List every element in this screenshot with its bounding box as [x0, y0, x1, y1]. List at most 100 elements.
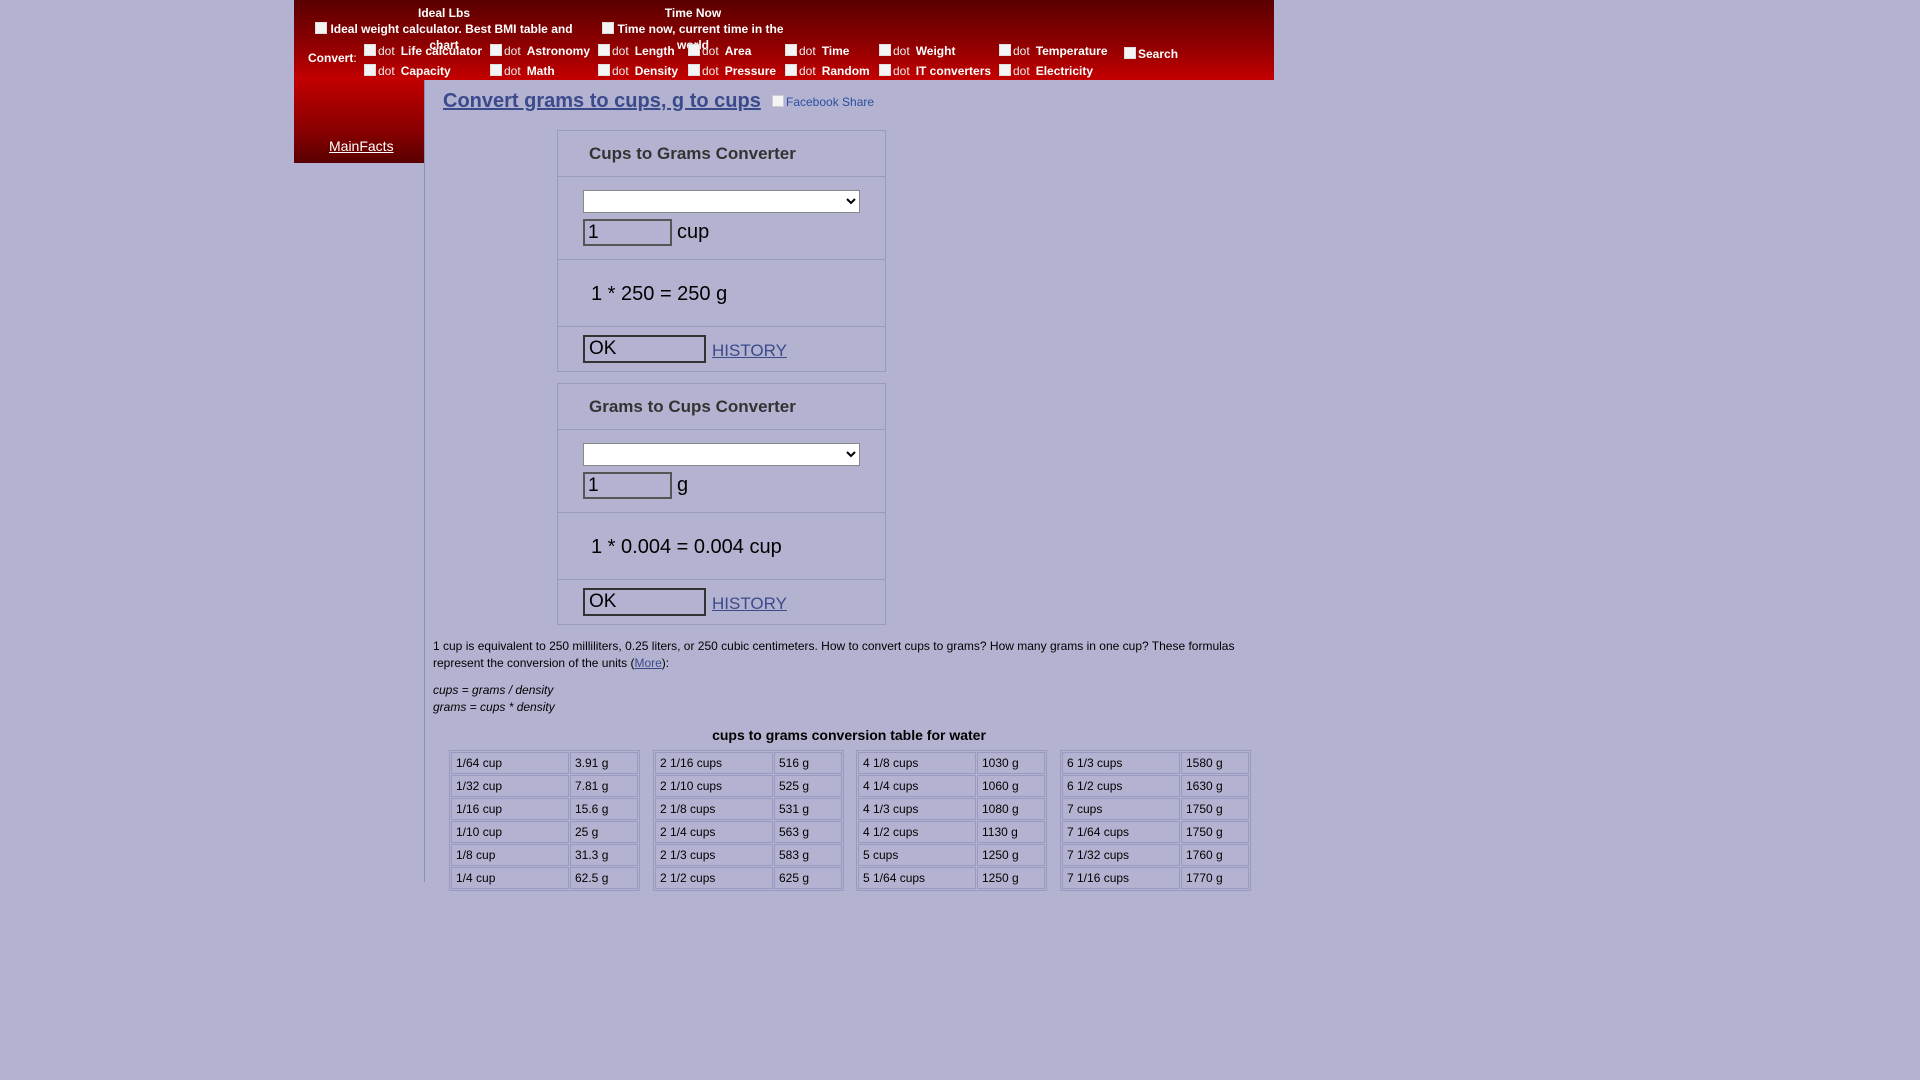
dot-icon: dot	[999, 64, 1030, 78]
conversion-table-group-2: 2 1/16 cups 516 g2 1/10 cups 525 g2 1/8 cu…	[653, 750, 844, 891]
table-row: 5 1/64 cups 1250 g	[858, 867, 1045, 889]
cups-cell: 7 1/32 cups	[1062, 844, 1180, 866]
amount-input[interactable]: 1	[583, 472, 672, 499]
page: Ideal Lbs Ideal weight calculator. Best …	[294, 0, 1274, 891]
formula-cups: cups = grams / density	[433, 683, 554, 697]
more-link[interactable]: More	[634, 656, 661, 670]
grams-cell: 25 g	[570, 821, 638, 843]
facebook-share-link[interactable]: Facebook Share	[772, 95, 874, 109]
converter-title: Grams to Cups Converter	[558, 384, 885, 430]
cups-cell: 2 1/8 cups	[655, 798, 773, 820]
table-row: 7 1/16 cups 1770 g	[1062, 867, 1249, 889]
cups-cell: 4 1/3 cups	[858, 798, 976, 820]
conversion-table-group-4: 6 1/3 cups 1580 g6 1/2 cups 1630 g7 cups 17…	[1060, 750, 1251, 891]
table-row: 4 1/2 cups 1130 g	[858, 821, 1045, 843]
table-row: 6 1/2 cups 1630 g	[1062, 775, 1249, 797]
nav-length[interactable]: dot Length	[598, 44, 675, 58]
ok-button[interactable]: OK	[583, 588, 706, 616]
unit-label: g	[677, 474, 689, 496]
grams-cell: 31.3 g	[570, 844, 638, 866]
cups-cell: 7 1/64 cups	[1062, 821, 1180, 843]
amount-input[interactable]: 1	[583, 219, 672, 246]
nav-area[interactable]: dot Area	[688, 44, 751, 58]
nav-it-converters[interactable]: dot IT converters	[879, 64, 991, 78]
table-row: 4 1/3 cups 1080 g	[858, 798, 1045, 820]
convert-label: Convert:	[308, 51, 357, 65]
cups-cell: 1/16 cup	[451, 798, 569, 820]
table-row: 4 1/4 cups 1060 g	[858, 775, 1045, 797]
grams-cell: 563 g	[774, 821, 842, 843]
mainfacts-link[interactable]: MainFacts	[329, 138, 394, 154]
grams-cell: 1080 g	[977, 798, 1045, 820]
grams-cell: 15.6 g	[570, 798, 638, 820]
grams-cell: 625 g	[774, 867, 842, 889]
nav-astronomy[interactable]: dot Astronomy	[490, 44, 590, 58]
grams-cell: 583 g	[774, 844, 842, 866]
grams-cell: 1060 g	[977, 775, 1045, 797]
description-text: 1 cup is equivalent to 250 milliliters, …	[433, 639, 1235, 670]
nav-capacity[interactable]: dot Capacity	[364, 64, 451, 78]
page-title[interactable]: Convert grams to cups, g to cups	[443, 90, 761, 113]
grams-cell: 1760 g	[1181, 844, 1249, 866]
conversion-table-group-1: 1/64 cup 3.91 g 1/32 cup 7.81 g 1/16 cup 15.6…	[449, 750, 640, 891]
grams-cell: 3.91 g	[570, 752, 638, 774]
dot-icon: dot	[688, 64, 719, 78]
cups-cell: 4 1/8 cups	[858, 752, 976, 774]
dot-icon: dot	[364, 64, 395, 78]
search-button[interactable]: Search	[1124, 47, 1178, 61]
nav-weight[interactable]: dot Weight	[879, 44, 955, 58]
sidebar: MainFacts	[294, 80, 425, 163]
nav-pressure[interactable]: dot Pressure	[688, 64, 776, 78]
ok-button[interactable]: OK	[583, 335, 706, 363]
grams-cell: 1030 g	[977, 752, 1045, 774]
conversion-table-group-3: 4 1/8 cups 1030 g4 1/4 cups 1060 g4 1/3 cu…	[856, 750, 1047, 891]
formula-grams: grams = cups * density	[433, 700, 555, 714]
cups-cell: 2 1/4 cups	[655, 821, 773, 843]
nav-life-calculator[interactable]: dot Life calculator	[364, 44, 482, 58]
grams-cell: 1250 g	[977, 844, 1045, 866]
dot-icon: dot	[364, 44, 395, 58]
table-row: 1/64 cup 3.91 g	[451, 752, 638, 774]
nav-temperature[interactable]: dot Temperature	[999, 44, 1108, 58]
substance-select[interactable]	[583, 190, 860, 213]
table-row: 5 cups 1250 g	[858, 844, 1045, 866]
table-row: 2 1/4 cups 563 g	[655, 821, 842, 843]
grams-cell: 1750 g	[1181, 798, 1249, 820]
header-banner: Ideal Lbs Ideal weight calculator. Best …	[294, 0, 1274, 80]
converter-title: Cups to Grams Converter	[558, 131, 885, 177]
table-row: 1/10 cup 25 g	[451, 821, 638, 843]
table-title: cups to grams conversion table for water	[712, 727, 986, 743]
table-row: 2 1/3 cups 583 g	[655, 844, 842, 866]
history-link[interactable]: HISTORY	[712, 341, 787, 361]
nav-random[interactable]: dot Random	[785, 64, 870, 78]
cups-cell: 6 1/3 cups	[1062, 752, 1180, 774]
table-row: 2 1/2 cups 625 g	[655, 867, 842, 889]
sidebar-divider	[424, 80, 425, 882]
table-row: 7 cups 1750 g	[1062, 798, 1249, 820]
substance-select[interactable]	[583, 443, 860, 466]
table-row: 2 1/10 cups 525 g	[655, 775, 842, 797]
dot-icon: dot	[999, 44, 1030, 58]
cups-cell: 1/4 cup	[451, 867, 569, 889]
promo-title[interactable]: Ideal Lbs	[304, 5, 584, 21]
dot-icon: dot	[785, 64, 816, 78]
nav-density[interactable]: dot Density	[598, 64, 678, 78]
table-row: 4 1/8 cups 1030 g	[858, 752, 1045, 774]
table-row: 1/4 cup 62.5 g	[451, 867, 638, 889]
grams-cell: 525 g	[774, 775, 842, 797]
cups-cell: 4 1/4 cups	[858, 775, 976, 797]
table-row: 6 1/3 cups 1580 g	[1062, 752, 1249, 774]
table-row: 7 1/64 cups 1750 g	[1062, 821, 1249, 843]
dot-icon: dot	[688, 44, 719, 58]
cups-cell: 4 1/2 cups	[858, 821, 976, 843]
grams-cell: 516 g	[774, 752, 842, 774]
nav-math[interactable]: dot Math	[490, 64, 555, 78]
grams-cell: 1580 g	[1181, 752, 1249, 774]
nav-electricity[interactable]: dot Electricity	[999, 64, 1093, 78]
history-link[interactable]: HISTORY	[712, 594, 787, 614]
table-row: 1/16 cup 15.6 g	[451, 798, 638, 820]
grams-to-cups-converter: Grams to Cups Converter 1 g 1 * 0.004 = …	[557, 383, 886, 625]
cups-cell: 1/10 cup	[451, 821, 569, 843]
promo-title[interactable]: Time Now	[590, 5, 796, 21]
nav-time[interactable]: dot Time	[785, 44, 849, 58]
